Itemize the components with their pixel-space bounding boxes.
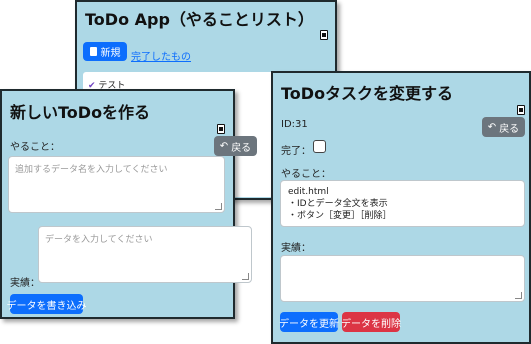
new-button-label: 新規 [100,48,121,59]
mobile-view-icon[interactable] [217,124,225,134]
back-button-label: 戻る [499,123,520,135]
document-icon [89,47,97,56]
page-title: ToDoタスクを変更する [281,84,454,103]
done-label: 完了： [281,146,311,157]
task-label: やること： [281,169,331,180]
back-button-label: 戻る [231,142,252,154]
undo-icon: ↶ [219,140,229,152]
result-input[interactable]: データを入力してください [38,226,252,283]
mobile-view-icon[interactable] [320,30,328,40]
back-button[interactable]: ↶ 戻る [214,136,257,156]
resize-handle[interactable] [515,292,522,299]
edit-todo-window: ToDoタスクを変更する ID:31 ↶ 戻る 完了： やること： edit.h… [271,71,531,344]
done-checkbox[interactable] [313,140,326,153]
id-text: ID:31 [281,119,308,130]
create-todo-window: 新しいToDoを作る ↶ 戻る やること： 追加するデータ名を入力してください … [0,89,257,319]
undo-icon: ↶ [487,121,497,133]
new-button[interactable]: 新規 [83,42,127,61]
task-textarea[interactable]: edit.html ・IDとデータ全文を表示 ・ボタン［変更］［削除］ [280,180,525,227]
task-line: edit.html [288,187,329,197]
task-line: ・ボタン［変更］［削除］ [288,211,392,221]
result-label: 実績： [281,243,311,254]
result-textarea[interactable] [280,255,525,302]
task-line: ・IDとデータ全文を表示 [288,199,388,209]
page-title: ToDo App（やることリスト） [85,10,314,29]
result-input-placeholder: データを入力してください [45,235,153,245]
task-input[interactable]: 追加するデータ名を入力してください [8,156,225,213]
completed-link[interactable]: 完了したもの [131,48,191,63]
submit-button[interactable]: データを書き込み [7,294,87,314]
mobile-view-icon[interactable] [517,105,525,115]
resize-handle[interactable] [242,273,249,280]
task-label: やること： [10,142,60,153]
task-input-placeholder: 追加するデータ名を入力してください [15,165,168,175]
resize-handle[interactable] [215,203,222,210]
result-label: 実績： [10,278,40,289]
page-title: 新しいToDoを作る [10,103,151,122]
update-button[interactable]: データを更新 [279,312,339,332]
back-button[interactable]: ↶ 戻る [482,117,525,137]
delete-button[interactable]: データを削除 [341,312,401,332]
